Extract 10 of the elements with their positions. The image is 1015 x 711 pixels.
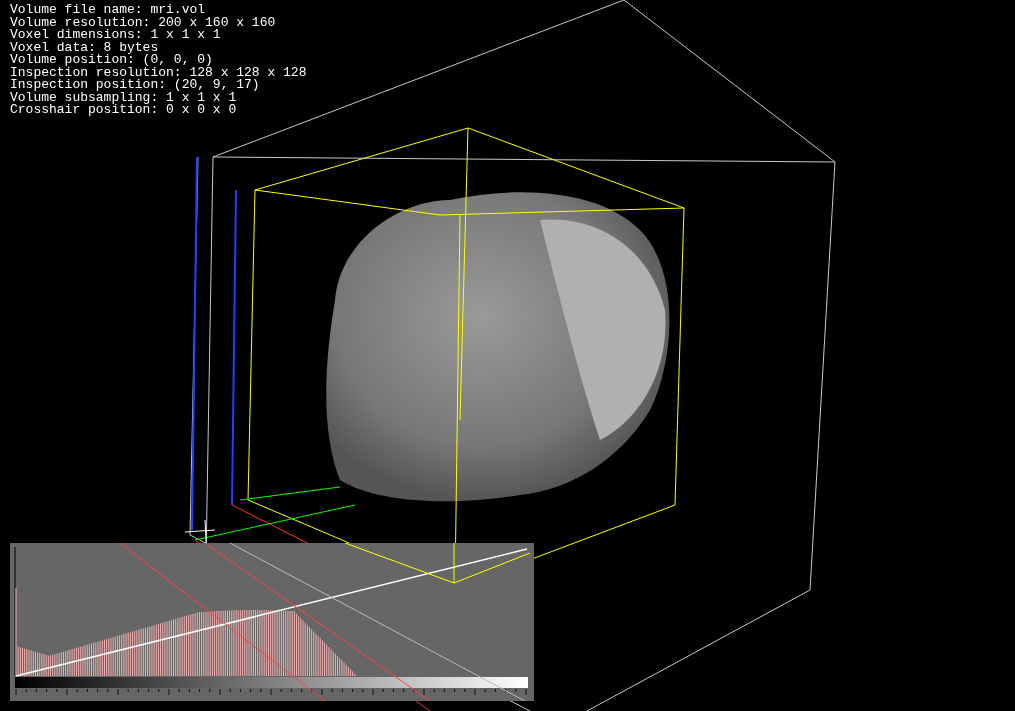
histogram-panel-drawing[interactable] bbox=[10, 543, 534, 701]
info-text: Inspection position: (20, 9, 17) bbox=[10, 79, 261, 92]
info-text: Voxel data: 8 bytes bbox=[10, 41, 159, 54]
info-text: Voxel dimensions: 1 x 1 x 1 bbox=[10, 29, 222, 42]
info-text: Crosshair position: 0 x 0 x 0 bbox=[10, 104, 238, 117]
info-text: Volume resolution: 200 x 160 x 160 bbox=[10, 16, 277, 29]
info-text: Volume subsampling: 1 x 1 x 1 bbox=[10, 91, 237, 104]
info-text: Volume file name: mri.vol bbox=[10, 4, 207, 17]
info-text: Inspection resolution: 128 x 128 x 128 bbox=[10, 66, 307, 79]
info-text: Volume position: (0, 0, 0) bbox=[10, 54, 214, 67]
